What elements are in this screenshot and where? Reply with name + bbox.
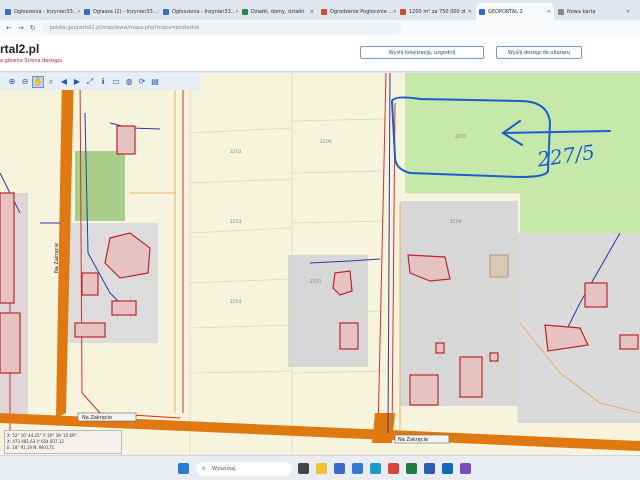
- svg-text:227/6: 227/6: [320, 139, 332, 144]
- tab-close-icon[interactable]: ✕: [236, 9, 238, 15]
- svg-text:227/8: 227/8: [450, 219, 462, 224]
- browser-tab-strip: Ogłoszenia - Inzynier33... ✕ Oglasza (2) …: [0, 0, 640, 20]
- measure-icon[interactable]: ⤢: [84, 76, 96, 88]
- tab-favicon-icon: [242, 8, 248, 15]
- edge-icon[interactable]: [370, 463, 381, 474]
- browser-tab[interactable]: Ogłoszenia - Inzynier33... ✕: [2, 3, 80, 20]
- refresh-icon[interactable]: ⟳: [136, 76, 148, 88]
- svg-text:227/4: 227/4: [230, 299, 242, 304]
- tab-favicon-icon: [400, 8, 406, 15]
- tab-close-icon[interactable]: ✕: [158, 9, 159, 15]
- tab-favicon-icon: [84, 8, 90, 15]
- built-area: [288, 255, 368, 367]
- map-toolbar: ⊕ ⊖ ✋ ⌕ ◀ ▶ ⤢ ℹ ▭ ◍ ⟳ ▤: [0, 73, 200, 90]
- browser-tab[interactable]: Ogrodzenie Pogłocznie ... ✕: [318, 3, 396, 20]
- tab-close-icon[interactable]: ✕: [626, 9, 630, 15]
- tab-close-icon[interactable]: ✕: [310, 9, 314, 15]
- tab-close-icon[interactable]: ✕: [78, 9, 80, 15]
- search-placeholder: Wyszukaj: [212, 466, 236, 472]
- street-label: Na Zakręcie: [54, 243, 60, 273]
- svg-text:227/7: 227/7: [310, 279, 322, 284]
- arrow-left-icon[interactable]: ◀: [58, 76, 70, 88]
- reload-icon[interactable]: ↻: [30, 24, 36, 32]
- site-logo[interactable]: rtal2.pl: [0, 42, 39, 56]
- browser-tab[interactable]: Nowa karta ✕: [555, 3, 633, 20]
- browser-tab[interactable]: Ogłoszenia - Inzynier33... ✕: [160, 3, 238, 20]
- search-icon: ⌕: [202, 465, 206, 472]
- url-field[interactable]: polska.geoportal2.pl/map/www/mapa.php?ma…: [41, 22, 402, 34]
- taskbar: ⌕ Wyszukaj: [0, 455, 640, 480]
- coordinates-panel: X: 52° 10' 44,25" Y: 20° 39' 10,69" X: 4…: [4, 430, 122, 454]
- file-explorer-icon[interactable]: [316, 463, 327, 474]
- globe-icon[interactable]: ◍: [123, 76, 135, 88]
- tab-close-icon[interactable]: ✕: [393, 9, 396, 15]
- svg-text:227/5: 227/5: [455, 134, 467, 139]
- browser-tab[interactable]: Działki, domy, działki ✕: [239, 3, 317, 20]
- browser-tab[interactable]: Oglasza (2) - Inzynier33...✕: [81, 3, 159, 20]
- mail-icon[interactable]: [352, 463, 363, 474]
- street-label: Na Zakręcie: [398, 437, 428, 443]
- tab-favicon-icon: [5, 8, 11, 15]
- street-label: Na Zakręcie: [82, 415, 112, 421]
- site-subtitle[interactable]: a główna Strona dostępu: [0, 58, 62, 64]
- browser-tab-active[interactable]: GEOPORTAL 2 ✕: [476, 3, 554, 20]
- green-field: [75, 151, 125, 221]
- windows-start-icon[interactable]: [178, 463, 189, 474]
- ruler-icon[interactable]: ▭: [110, 76, 122, 88]
- tab-favicon-icon: [163, 8, 169, 15]
- pan-hand-icon[interactable]: ✋: [32, 75, 44, 88]
- excel-icon[interactable]: [406, 463, 417, 474]
- request-access-button[interactable]: Wyślij dostęp do obszaru: [496, 46, 582, 59]
- tab-close-icon[interactable]: ✕: [468, 9, 472, 15]
- task-view-icon[interactable]: [298, 463, 309, 474]
- tab-favicon-icon: [479, 8, 485, 15]
- tab-favicon-icon: [558, 8, 564, 15]
- svg-text:227/3: 227/3: [230, 219, 242, 224]
- map-canvas[interactable]: 227/2 227/3 227/4 227/6 227/5 227/7 227/…: [0, 73, 640, 455]
- forward-icon[interactable]: →: [18, 24, 24, 32]
- coords-line: E: 18° 91,19 N: 98 0,71: [7, 445, 55, 450]
- outlook-icon[interactable]: [442, 463, 453, 474]
- info-icon[interactable]: ℹ: [97, 76, 109, 88]
- browser-tab[interactable]: 1200 m² za 750 000 zł ✕: [397, 3, 475, 20]
- arrow-right-icon[interactable]: ▶: [71, 76, 83, 88]
- tab-close-icon[interactable]: ✕: [547, 9, 551, 15]
- zoom-window-icon[interactable]: ⌕: [45, 76, 57, 88]
- tab-favicon-icon: [321, 8, 327, 15]
- photos-icon[interactable]: [460, 463, 471, 474]
- taskbar-search[interactable]: ⌕ Wyszukaj: [196, 462, 292, 476]
- layers-icon[interactable]: ▤: [149, 76, 161, 88]
- zoom-in-icon[interactable]: ⊕: [6, 76, 18, 88]
- svg-text:227/2: 227/2: [230, 149, 242, 154]
- store-icon[interactable]: [334, 463, 345, 474]
- site-header: rtal2.pl a główna Strona dostępu Wyślij …: [0, 36, 640, 72]
- address-bar: ← → ↻ polska.geoportal2.pl/map/www/mapa.…: [0, 20, 640, 36]
- word-icon[interactable]: [424, 463, 435, 474]
- back-icon[interactable]: ←: [6, 24, 12, 32]
- zoom-out-icon[interactable]: ⊖: [19, 76, 31, 88]
- send-location-button[interactable]: Wyślij lokalizację, uzgodnij: [360, 46, 484, 59]
- chrome-icon[interactable]: [388, 463, 399, 474]
